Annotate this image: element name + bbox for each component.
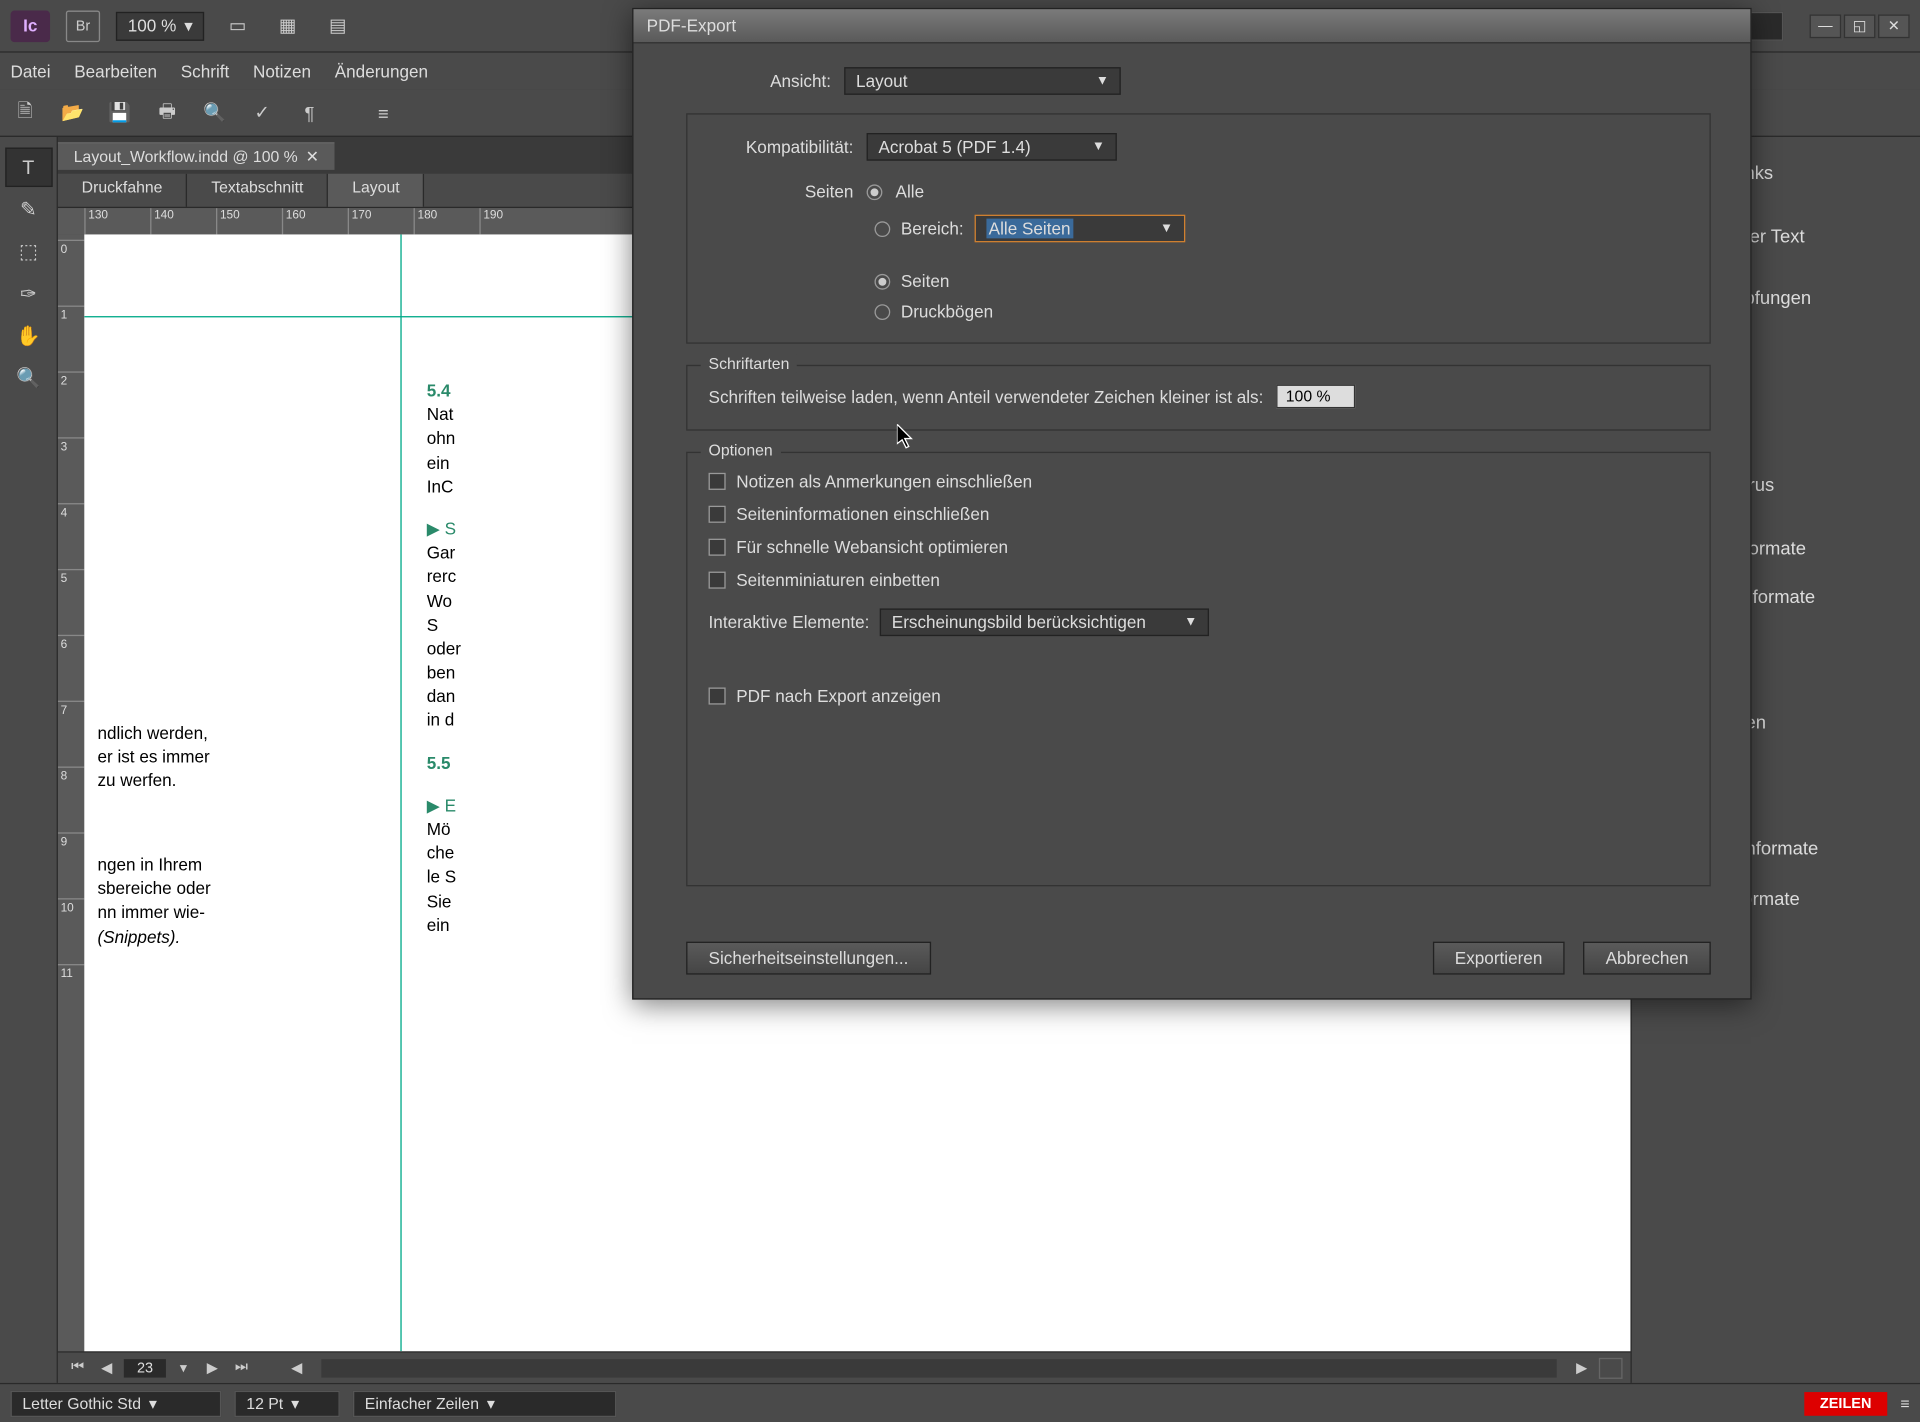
hand-tool-icon[interactable]: ✋ [5, 316, 52, 356]
font-family-select[interactable]: Letter Gothic Std▾ [11, 1390, 222, 1416]
bridge-icon[interactable]: Br [66, 10, 100, 42]
chk-thumbnails[interactable] [709, 572, 726, 589]
eyedropper-icon[interactable]: ✑ [5, 274, 52, 314]
view-options-icon[interactable]: ▤ [321, 11, 355, 40]
radio-range[interactable] [874, 221, 890, 237]
panel-menu-icon[interactable]: ≡ [369, 99, 398, 125]
spellcheck-icon[interactable]: ✓ [248, 99, 277, 125]
chk-view-after-label: PDF nach Export anzeigen [736, 686, 941, 706]
new-icon[interactable]: 🗎 [11, 99, 40, 125]
chk-pageinfo[interactable] [709, 506, 726, 523]
range-dropdown[interactable]: Alle Seiten▼ [974, 215, 1185, 243]
radio-all-pages[interactable] [867, 184, 883, 200]
position-tool-icon[interactable]: ⬚ [5, 232, 52, 272]
prev-page-icon[interactable]: ◀ [95, 1357, 119, 1378]
open-icon[interactable]: 📂 [58, 99, 87, 125]
close-button[interactable]: ✕ [1878, 14, 1910, 38]
options-group-label: Optionen [701, 441, 781, 459]
interactive-label: Interaktive Elemente: [709, 612, 870, 632]
spreads-radio-label: Druckbögen [901, 302, 993, 322]
app-logo: Ic [11, 10, 51, 42]
compat-label: Kompatibilität: [709, 137, 854, 157]
radio-spreads[interactable] [874, 304, 890, 320]
last-page-icon[interactable]: ⏭ [229, 1357, 253, 1378]
note-tool-icon[interactable]: ✎ [5, 190, 52, 230]
view-label: Ansicht: [686, 71, 831, 91]
pdf-export-dialog: PDF-Export Ansicht: Layout▼ Kompatibilit… [632, 8, 1751, 1000]
close-tab-icon[interactable]: ✕ [306, 147, 319, 165]
fonts-subset-label: Schriften teilweise laden, wenn Anteil v… [709, 387, 1264, 407]
chk-pageinfo-label: Seiteninformationen einschließen [736, 504, 989, 524]
security-button[interactable]: Sicherheitseinstellungen... [686, 942, 931, 975]
zoom-tool-icon[interactable]: 🔍 [5, 358, 52, 398]
view-dropdown[interactable]: Layout▼ [844, 67, 1121, 95]
document-tab[interactable]: Layout_Workflow.indd @ 100 % ✕ [58, 142, 335, 170]
dialog-titlebar[interactable]: PDF-Export [633, 9, 1750, 43]
zoom-select[interactable]: 100 %▾ [116, 11, 205, 40]
first-page-icon[interactable]: ⏮ [66, 1357, 90, 1378]
radio-pages[interactable] [874, 273, 890, 289]
fonts-group-label: Schriftarten [701, 354, 798, 372]
maximize-button[interactable]: ◱ [1844, 14, 1876, 38]
screen-mode-icon[interactable]: ▭ [220, 11, 254, 40]
chk-thumbnails-label: Seitenminiaturen einbetten [736, 570, 940, 590]
type-tool-icon[interactable]: T [5, 148, 52, 188]
vertical-ruler: 0 1 2 3 4 5 6 7 8 9 10 11 [58, 234, 84, 1351]
chk-webview-label: Für schnelle Webansicht optimieren [736, 537, 1008, 557]
interactive-dropdown[interactable]: Erscheinungsbild berücksichtigen▼ [880, 608, 1209, 636]
cancel-button[interactable]: Abbrechen [1583, 942, 1711, 975]
range-label: Bereich: [901, 219, 964, 239]
menu-type[interactable]: Schrift [181, 61, 230, 81]
split-view-icon[interactable] [1599, 1357, 1623, 1378]
print-icon[interactable]: 🖶 [153, 99, 182, 125]
chk-notes[interactable] [709, 473, 726, 490]
scroll-right-icon[interactable]: ▶ [1570, 1357, 1594, 1378]
horizontal-scrollbar[interactable] [322, 1358, 1557, 1376]
all-pages-label: Alle [896, 182, 925, 202]
menu-edit[interactable]: Bearbeiten [74, 61, 157, 81]
view-tab-story[interactable]: Textabschnitt [188, 174, 329, 207]
view-tab-layout[interactable]: Layout [328, 174, 424, 207]
page-number-field[interactable]: 23 [124, 1358, 166, 1376]
paragraph-style-select[interactable]: Einfacher Zeilen▾ [353, 1390, 616, 1416]
status-menu-icon[interactable]: ≡ [1900, 1394, 1909, 1412]
fonts-percent-input[interactable] [1277, 385, 1356, 409]
tool-palette: T ✎ ⬚ ✑ ✋ 🔍 [0, 137, 58, 1383]
document-tab-label: Layout_Workflow.indd @ 100 % [74, 147, 298, 165]
chk-view-after[interactable] [709, 687, 726, 704]
save-icon[interactable]: 💾 [105, 99, 134, 125]
minimize-button[interactable]: — [1810, 14, 1842, 38]
chk-notes-label: Notizen als Anmerkungen einschließen [736, 471, 1032, 491]
scroll-left-icon[interactable]: ◀ [285, 1357, 309, 1378]
font-size-select[interactable]: 12 Pt▾ [234, 1390, 339, 1416]
compat-dropdown[interactable]: Acrobat 5 (PDF 1.4)▼ [867, 133, 1117, 161]
page-dropdown-icon[interactable]: ▾ [172, 1357, 196, 1378]
pages-radio-label: Seiten [901, 271, 950, 291]
view-tab-galley[interactable]: Druckfahne [58, 174, 188, 207]
export-button[interactable]: Exportieren [1432, 942, 1564, 975]
chk-webview[interactable] [709, 539, 726, 556]
menu-notes[interactable]: Notizen [253, 61, 311, 81]
next-page-icon[interactable]: ▶ [201, 1357, 225, 1378]
menu-file[interactable]: Datei [11, 61, 51, 81]
menu-changes[interactable]: Änderungen [335, 61, 428, 81]
pages-label: Seiten [709, 182, 854, 202]
find-icon[interactable]: 🔍 [200, 99, 229, 125]
status-badge: ZEILEN [1804, 1391, 1887, 1415]
arrange-icon[interactable]: ▦ [271, 11, 305, 40]
paragraph-icon[interactable]: ¶ [295, 99, 324, 125]
